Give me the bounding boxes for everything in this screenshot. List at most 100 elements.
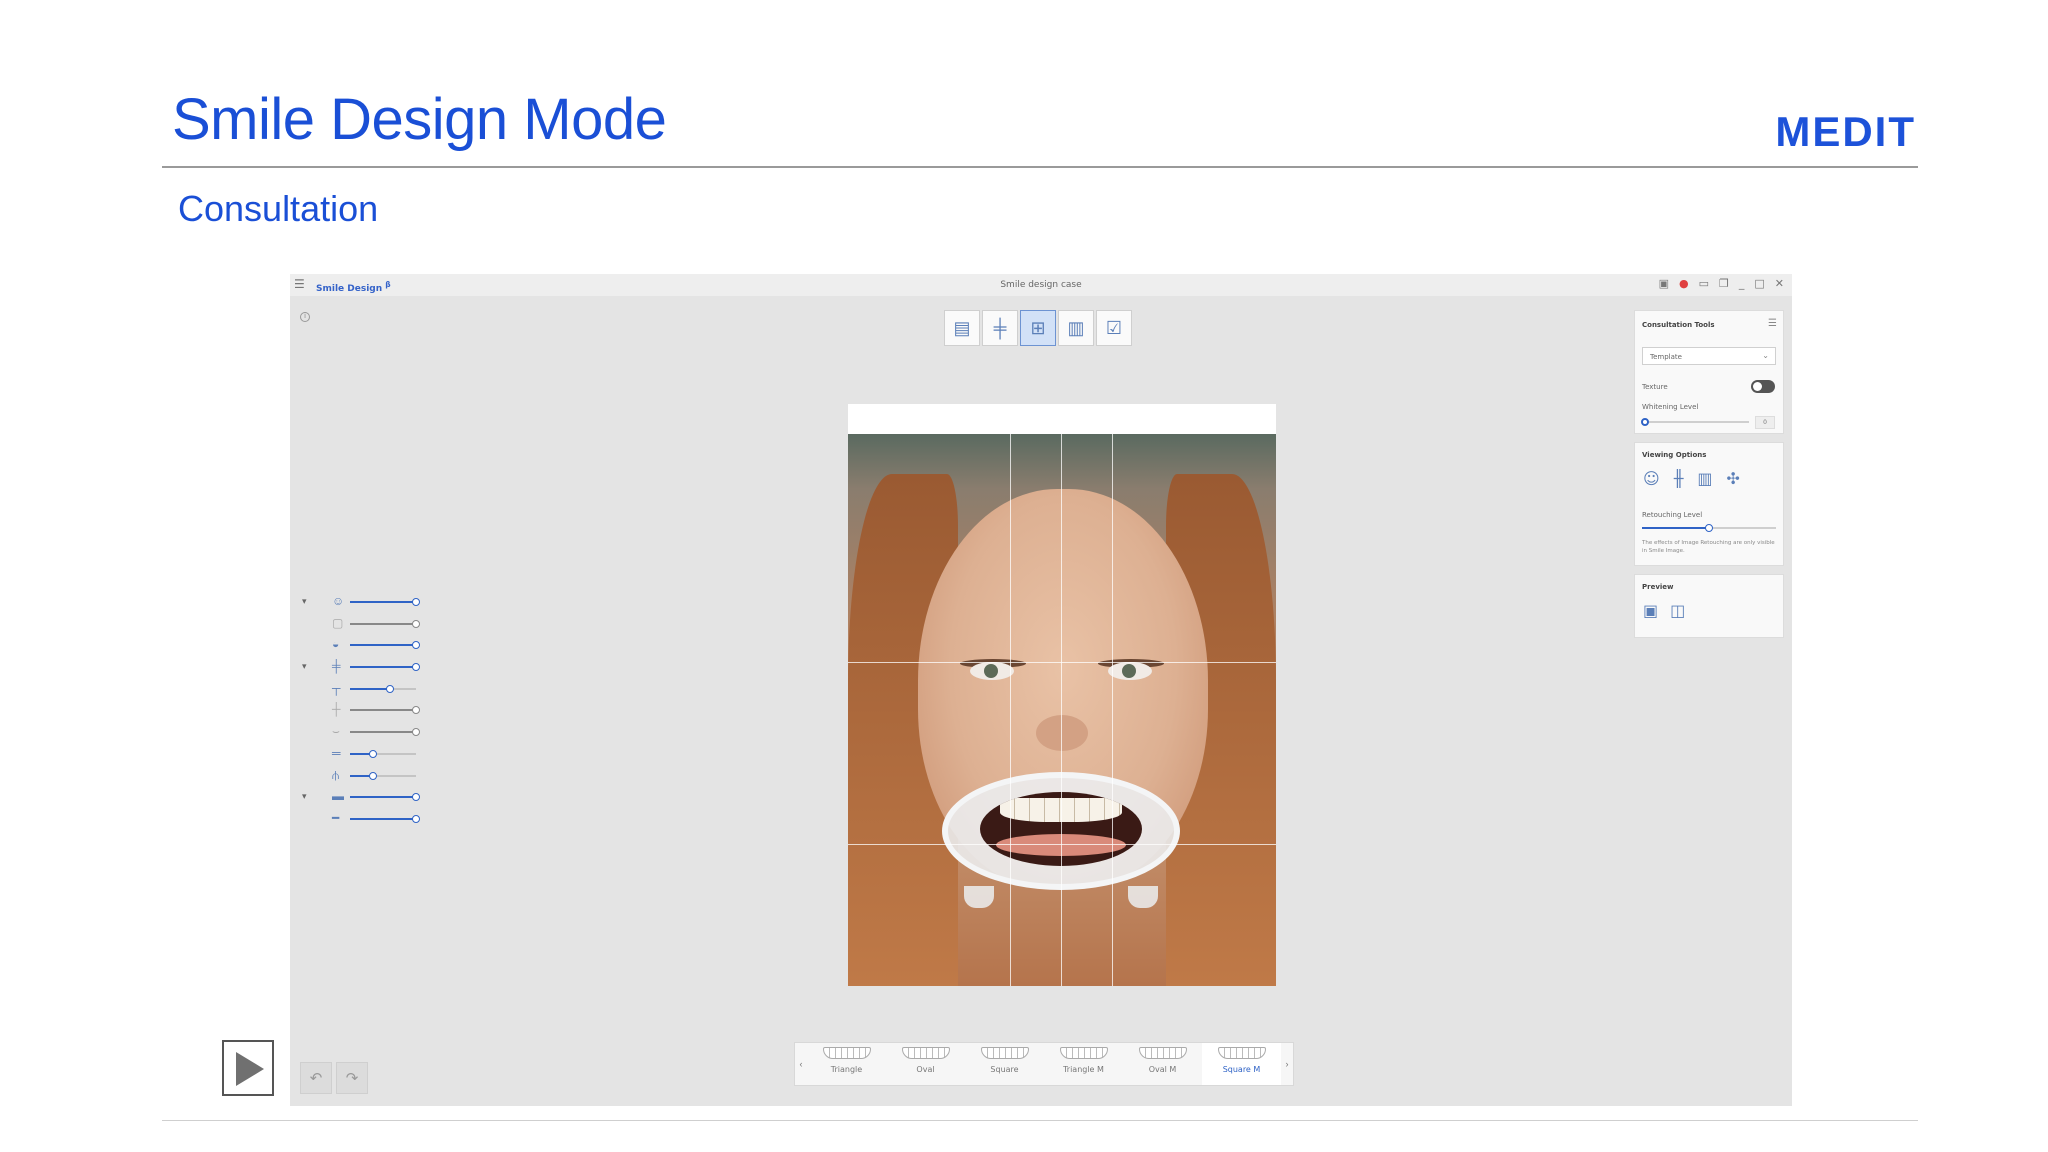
whitening-slider[interactable] bbox=[1641, 418, 1749, 426]
whitening-value[interactable]: 0 bbox=[1755, 416, 1775, 429]
record-icon[interactable]: ● bbox=[1679, 277, 1689, 291]
template-square-m[interactable]: Square M bbox=[1202, 1043, 1281, 1085]
slider-handle[interactable] bbox=[412, 814, 420, 823]
opacity-slider[interactable] bbox=[350, 663, 420, 672]
template-label: Square M bbox=[1222, 1065, 1261, 1074]
face-icon: ☺ bbox=[332, 594, 345, 608]
guide-line-midline[interactable] bbox=[1061, 434, 1062, 986]
preview-compare-icon[interactable]: ◫ bbox=[1670, 601, 1685, 621]
info-icon[interactable]: i bbox=[300, 312, 310, 322]
tooth-template-strip: ‹ Triangle Oval Square Triangle M Oval M… bbox=[794, 1042, 1294, 1086]
opacity-slider[interactable] bbox=[350, 684, 416, 693]
opacity-slider[interactable] bbox=[350, 619, 420, 628]
retouching-note: The effects of Image Retouching are only… bbox=[1642, 540, 1775, 554]
teeth-template-icon bbox=[1059, 1047, 1108, 1059]
layer-opacity-sliders: ▾ ☺ ▢ ◒ ▾ ╪ ┬ ┼ ⌣ ═ ⫛ ▾ ▬ ━ bbox=[302, 594, 420, 833]
guide-line-occlusal[interactable] bbox=[848, 844, 1276, 845]
collapse-caret-icon[interactable]: ▾ bbox=[302, 596, 307, 607]
panel-title: Consultation Tools bbox=[1642, 321, 1715, 329]
slider-handle[interactable] bbox=[1705, 524, 1713, 532]
collapse-caret-icon[interactable]: ▾ bbox=[302, 791, 307, 802]
template-triangle[interactable]: Triangle bbox=[807, 1043, 886, 1085]
preview-single-icon[interactable]: ▣ bbox=[1643, 601, 1658, 621]
teeth-library-icon[interactable]: ▥ bbox=[1058, 310, 1094, 346]
guide-line-vertical[interactable] bbox=[1010, 434, 1011, 986]
slider-handle[interactable] bbox=[412, 793, 420, 802]
template-oval-m[interactable]: Oval M bbox=[1123, 1043, 1202, 1085]
cross-guide-icon: ┼ bbox=[332, 702, 341, 717]
slider-handle[interactable] bbox=[412, 641, 420, 650]
opacity-slider[interactable] bbox=[350, 706, 420, 715]
slider-fill bbox=[1642, 527, 1709, 529]
slider-row: ▢ bbox=[302, 616, 420, 638]
retouching-slider[interactable] bbox=[1642, 524, 1776, 532]
panel-menu-icon[interactable]: ☰ bbox=[1768, 319, 1777, 329]
eye-right bbox=[1108, 662, 1152, 680]
close-icon[interactable]: ✕ bbox=[1775, 277, 1784, 291]
guide-line-interpupillary[interactable] bbox=[848, 662, 1276, 663]
texture-label: Texture bbox=[1642, 383, 1668, 391]
texture-toggle[interactable] bbox=[1751, 380, 1775, 393]
template-list: Triangle Oval Square Triangle M Oval M S… bbox=[807, 1043, 1281, 1085]
opacity-slider[interactable] bbox=[350, 641, 420, 650]
checklist-icon[interactable]: ☑ bbox=[1096, 310, 1132, 346]
opacity-slider[interactable] bbox=[350, 814, 420, 823]
screenshot-icon[interactable]: ▣ bbox=[1659, 277, 1669, 291]
photo-canvas[interactable] bbox=[848, 404, 1276, 986]
slider-row: ▾ ☺ bbox=[302, 594, 420, 616]
fullscreen-icon[interactable]: ▭ bbox=[1699, 277, 1709, 291]
collapse-caret-icon[interactable]: ▾ bbox=[302, 661, 307, 672]
workflow-toolbar: ▤ ╪ ⊞ ▥ ☑ bbox=[944, 310, 1132, 346]
slider-handle[interactable] bbox=[369, 749, 377, 758]
midline-icon[interactable]: ╪ bbox=[982, 310, 1018, 346]
smile-frame-icon[interactable]: ⊞ bbox=[1020, 310, 1056, 346]
slider-fill bbox=[350, 666, 416, 669]
guide-view-icon[interactable]: ╫ bbox=[1674, 469, 1684, 489]
minimize-icon[interactable]: _ bbox=[1739, 277, 1745, 291]
slider-fill bbox=[350, 622, 416, 625]
maximize-icon[interactable]: □ bbox=[1754, 277, 1764, 291]
opacity-slider[interactable] bbox=[350, 728, 420, 737]
retractor-tab-left bbox=[964, 886, 994, 908]
slider-handle[interactable] bbox=[1641, 418, 1649, 426]
slider-handle[interactable] bbox=[412, 706, 420, 715]
template-triangle-m[interactable]: Triangle M bbox=[1044, 1043, 1123, 1085]
opacity-slider[interactable] bbox=[350, 771, 416, 780]
slider-row: ┼ bbox=[302, 702, 420, 724]
teeth-view-icon[interactable]: ▥ bbox=[1697, 469, 1712, 489]
chevron-down-icon: ⌄ bbox=[1762, 351, 1769, 360]
face-view-icon[interactable]: ☺ bbox=[1643, 469, 1660, 489]
smile-design-window: ☰ Smile Design β Smile design case ▣ ● ▭… bbox=[290, 274, 1792, 1106]
medit-logo: MEDIT bbox=[1775, 108, 1916, 155]
slider-handle[interactable] bbox=[412, 728, 420, 737]
smile-curve-icon: ⌣ bbox=[332, 724, 340, 739]
header-divider bbox=[162, 166, 1918, 168]
opacity-slider[interactable] bbox=[350, 793, 420, 802]
play-button[interactable] bbox=[222, 1040, 274, 1096]
template-oval[interactable]: Oval bbox=[886, 1043, 965, 1085]
slider-handle[interactable] bbox=[412, 663, 420, 672]
slider-handle[interactable] bbox=[369, 771, 377, 780]
opacity-slider[interactable] bbox=[350, 749, 416, 758]
whitening-label: Whitening Level bbox=[1642, 403, 1699, 411]
opacity-slider[interactable] bbox=[350, 598, 420, 606]
template-square[interactable]: Square bbox=[965, 1043, 1044, 1085]
restore-icon[interactable]: ❐ bbox=[1719, 277, 1729, 291]
retouching-label: Retouching Level bbox=[1642, 511, 1703, 519]
redo-icon[interactable]: ↷ bbox=[336, 1062, 368, 1094]
extra-view-icon[interactable]: ✣ bbox=[1726, 469, 1739, 489]
slider-handle[interactable] bbox=[412, 598, 420, 606]
footer-divider bbox=[162, 1120, 1918, 1121]
tooth-axis-icon: ⫛ bbox=[332, 767, 340, 782]
guide-line-vertical[interactable] bbox=[1112, 434, 1113, 986]
slider-handle[interactable] bbox=[412, 619, 420, 628]
chevron-left-icon[interactable]: ‹ bbox=[795, 1059, 807, 1069]
midline-icon: ╪ bbox=[332, 659, 341, 674]
template-select[interactable]: Template ⌄ bbox=[1642, 347, 1776, 365]
slider-handle[interactable] bbox=[386, 684, 394, 693]
eye-left bbox=[970, 662, 1014, 680]
undo-icon[interactable]: ↶ bbox=[300, 1062, 332, 1094]
chevron-right-icon[interactable]: › bbox=[1281, 1059, 1293, 1069]
photo-import-icon[interactable]: ▤ bbox=[944, 310, 980, 346]
slider-row: ═ bbox=[302, 746, 416, 768]
